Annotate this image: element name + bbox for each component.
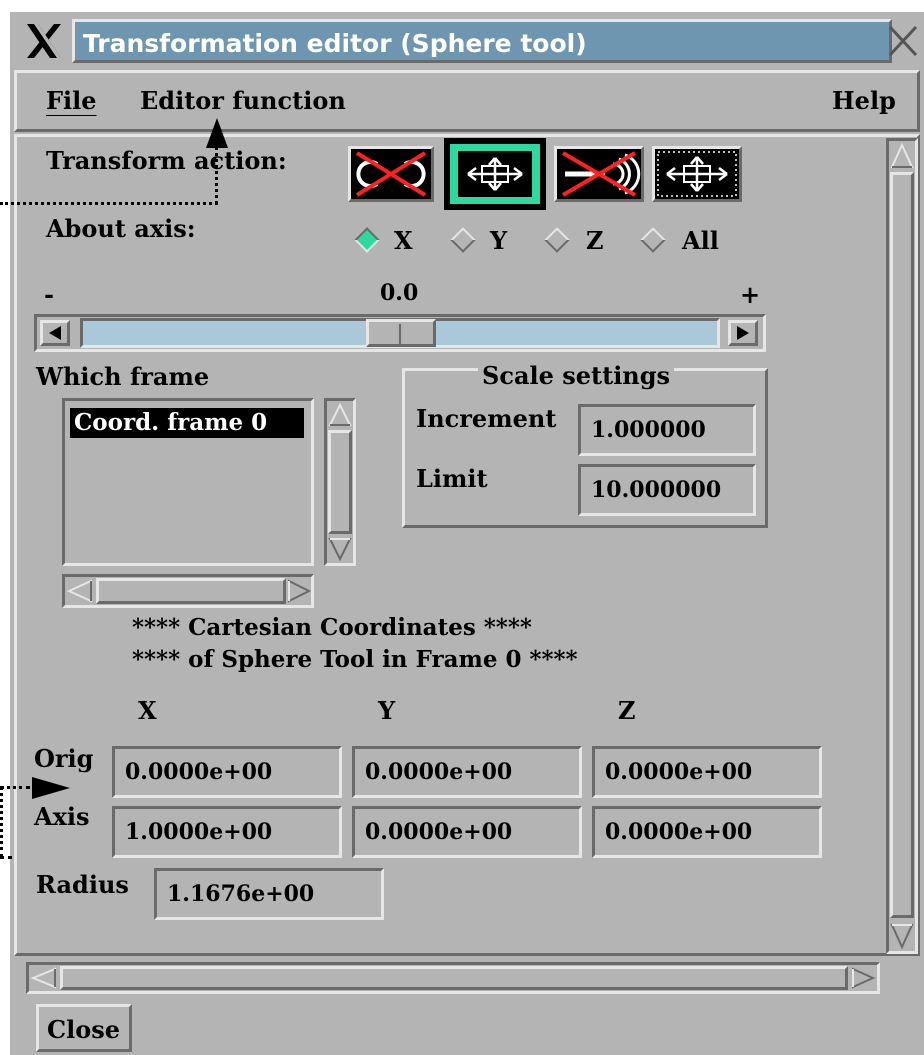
- close-window-icon[interactable]: [886, 23, 920, 59]
- axis-radio-y[interactable]: Y: [448, 224, 518, 256]
- slider-left-arrow-icon[interactable]: [40, 320, 70, 346]
- orig-x-field[interactable]: 0.0000e+00: [112, 746, 342, 798]
- increment-field[interactable]: 1.000000: [578, 404, 756, 456]
- close-button[interactable]: Close: [36, 1004, 132, 1052]
- coords-heading-1: **** Cartesian Coordinates ****: [132, 614, 532, 641]
- axis-label: Axis: [34, 802, 90, 831]
- axis-radio-z[interactable]: Z: [542, 224, 612, 256]
- axis-z-field[interactable]: 0.0000e+00: [592, 806, 822, 858]
- panel-hscroll-thumb[interactable]: [60, 966, 848, 990]
- callout-line-coords-vertical: [0, 786, 3, 858]
- panel-scroll-left-arrow-icon[interactable]: [30, 966, 58, 990]
- slider-value: 0.0: [380, 280, 419, 306]
- menu-file[interactable]: File: [46, 86, 97, 115]
- callout-line-coords: [0, 786, 30, 789]
- limit-field[interactable]: 10.000000: [578, 464, 756, 516]
- panel-scroll-down-arrow-icon[interactable]: [890, 922, 914, 950]
- scale-settings-title: Scale settings: [478, 361, 675, 390]
- rotate-action-button[interactable]: [348, 146, 434, 202]
- column-header-x: X: [138, 696, 157, 725]
- orig-z-field[interactable]: 0.0000e+00: [592, 746, 822, 798]
- translate-arrows-icon: [458, 151, 532, 197]
- menu-editor-function[interactable]: Editor function: [140, 86, 346, 115]
- axis-radio-x[interactable]: X: [352, 224, 422, 256]
- radio-selected-icon: [354, 227, 380, 253]
- column-header-z: Z: [618, 696, 636, 725]
- limit-label: Limit: [416, 464, 488, 493]
- move-action-button[interactable]: [652, 146, 742, 202]
- orig-y-field[interactable]: 0.0000e+00: [352, 746, 582, 798]
- frame-list-hscroll-thumb[interactable]: [96, 578, 286, 604]
- orig-label: Orig: [34, 744, 94, 773]
- scroll-left-arrow-icon[interactable]: [66, 578, 94, 604]
- x-logo-icon[interactable]: [24, 21, 64, 61]
- radius-label: Radius: [36, 870, 129, 899]
- about-axis-label: About axis:: [46, 214, 196, 243]
- scroll-down-arrow-icon[interactable]: [328, 536, 352, 562]
- title-bar: Transformation editor (Sphere tool): [14, 15, 920, 69]
- radio-unselected-icon: [640, 227, 666, 253]
- panel-vscroll-thumb[interactable]: [890, 172, 914, 918]
- frame-list-vscroll-thumb[interactable]: [328, 430, 352, 534]
- callout-arrow-up-icon: [205, 118, 229, 148]
- radio-unselected-icon: [544, 227, 570, 253]
- slider-plus-label: +: [740, 280, 761, 309]
- callout-line-transform-vertical: [215, 142, 218, 204]
- panel-scroll-up-arrow-icon[interactable]: [890, 142, 914, 170]
- scroll-right-arrow-icon[interactable]: [286, 578, 312, 604]
- callout-line-coords-bottom: [0, 856, 12, 859]
- radio-unselected-icon: [450, 227, 476, 253]
- rotate-icon: [351, 149, 431, 199]
- scale-action-button[interactable]: [554, 146, 644, 202]
- radius-field[interactable]: 1.1676e+00: [154, 868, 384, 920]
- slider-right-arrow-icon[interactable]: [728, 320, 758, 346]
- column-header-y: Y: [378, 696, 396, 725]
- move-icon: [655, 149, 739, 199]
- frame-list-item-selected[interactable]: Coord. frame 0: [70, 408, 304, 438]
- menu-help[interactable]: Help: [832, 86, 896, 115]
- scale-icon: [557, 149, 641, 199]
- panel-scroll-right-arrow-icon[interactable]: [850, 966, 876, 990]
- callout-line-transform: [0, 202, 218, 205]
- axis-x-field[interactable]: 1.0000e+00: [112, 806, 342, 858]
- axis-radio-all[interactable]: All: [638, 224, 738, 256]
- coords-heading-2: **** of Sphere Tool in Frame 0 ****: [132, 646, 578, 673]
- axis-y-field[interactable]: 0.0000e+00: [352, 806, 582, 858]
- transform-action-label: Transform action:: [46, 146, 287, 175]
- slider-thumb[interactable]: [366, 319, 436, 347]
- close-button-label: Close: [47, 1015, 121, 1044]
- increment-label: Increment: [416, 404, 557, 433]
- slider-minus-label: -: [44, 280, 54, 309]
- which-frame-label: Which frame: [36, 362, 210, 391]
- translate-action-button[interactable]: [450, 144, 540, 204]
- window-title: Transformation editor (Sphere tool): [72, 19, 892, 63]
- scroll-up-arrow-icon[interactable]: [328, 402, 352, 428]
- callout-arrow-right-icon: [28, 776, 70, 800]
